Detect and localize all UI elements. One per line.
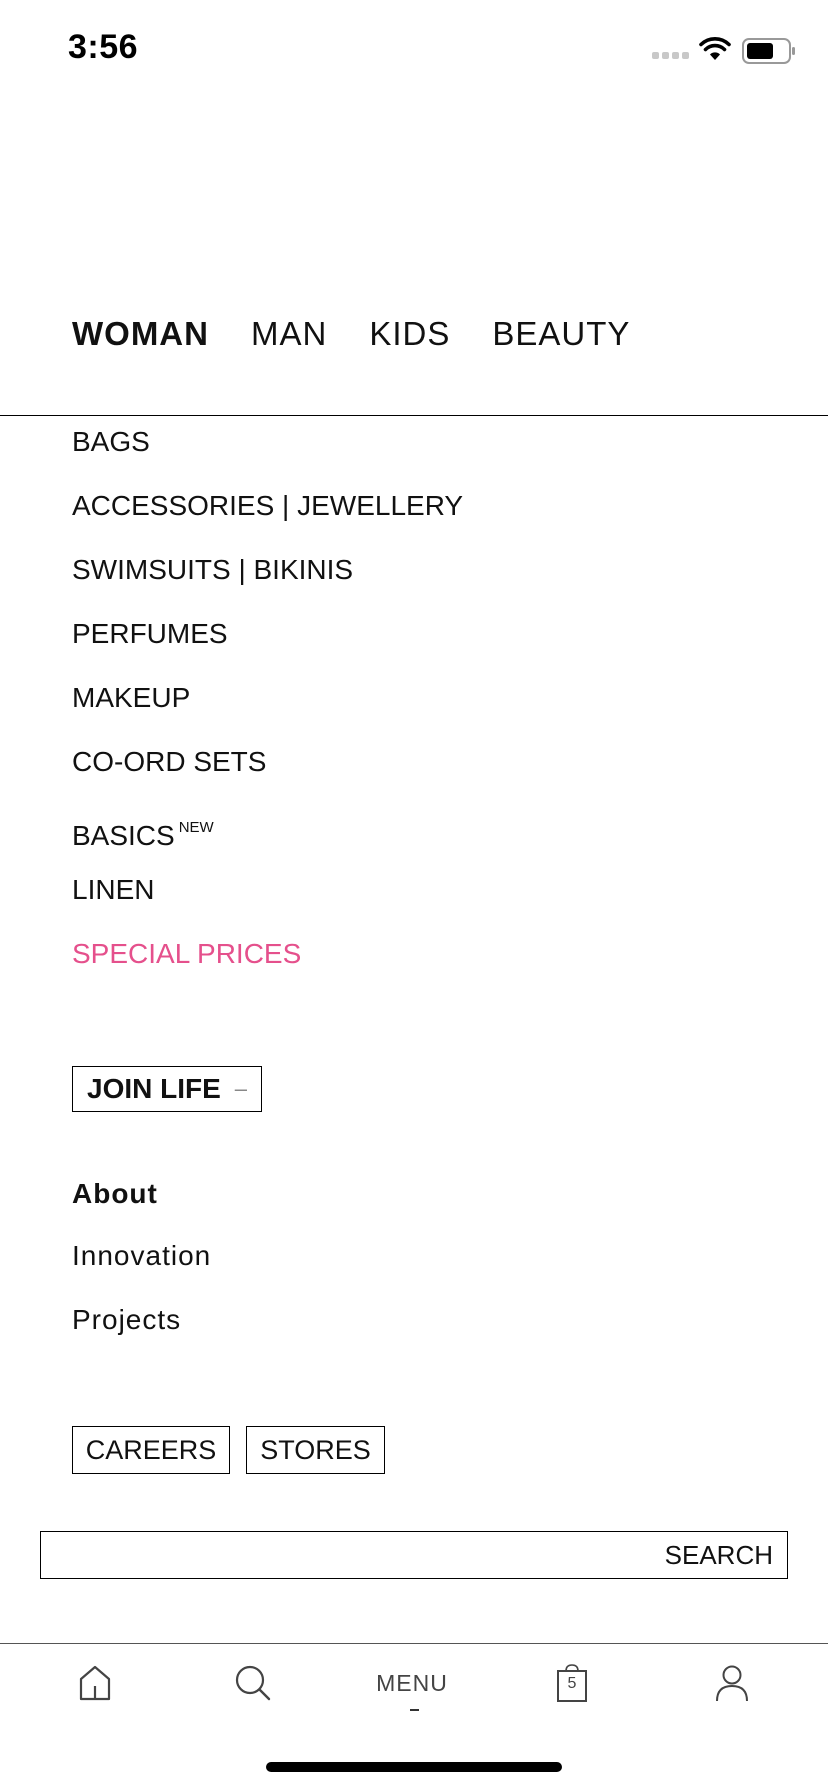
search-icon [235,1665,271,1701]
category-tab-woman[interactable]: WOMAN [72,315,209,353]
collapse-icon: – [234,1076,248,1101]
menu-item-co-ord-sets[interactable]: CO-ORD SETS [72,744,463,808]
wifi-icon [699,37,731,60]
active-tab-indicator [410,1709,419,1711]
about-link-innovation[interactable]: Innovation [72,1240,211,1304]
new-badge: NEW [178,819,214,836]
tab-bag[interactable]: 5 [552,1660,592,1706]
menu-item-basics[interactable]: BASICS NEW [72,808,463,872]
category-tab-beauty[interactable]: BEAUTY [492,315,630,353]
tab-home[interactable] [75,1660,115,1706]
status-bar: 3:56 [0,0,828,100]
menu-list: BAGS ACCESSORIES | JEWELLERY SWIMSUITS |… [72,424,463,1000]
menu-item-basics-label: BASICS [72,820,175,851]
status-time: 3:56 [68,28,139,66]
bag-count-badge: 5 [567,1675,577,1692]
menu-item-perfumes[interactable]: PERFUMES [72,616,463,680]
menu-item-makeup[interactable]: MAKEUP [72,680,463,744]
about-heading: About [72,1178,158,1209]
tab-menu[interactable]: MENU [372,1660,452,1706]
menu-item-swimsuits-bikinis[interactable]: SWIMSUITS | BIKINIS [72,552,463,616]
stores-button[interactable]: STORES [246,1426,385,1474]
cellular-signal-icon [652,52,689,59]
about-link-projects[interactable]: Projects [72,1304,211,1368]
join-life-label: JOIN LIFE [87,1073,221,1104]
about-links: Innovation Projects [72,1240,211,1368]
menu-item-linen[interactable]: LINEN [72,872,463,936]
tab-account[interactable] [712,1660,752,1706]
join-life-button[interactable]: JOIN LIFE – [72,1066,262,1112]
menu-item-accessories-jewellery[interactable]: ACCESSORIES | JEWELLERY [72,488,463,552]
menu-item-bags[interactable]: BAGS [72,424,463,488]
search-input[interactable]: SEARCH [40,1531,788,1579]
category-tabs: WOMAN MAN KIDS BEAUTY [72,315,630,353]
category-tab-man[interactable]: MAN [251,315,327,353]
careers-button[interactable]: CAREERS [72,1426,230,1474]
category-divider [0,415,828,416]
account-icon [716,1665,748,1702]
battery-icon [742,38,795,64]
menu-item-special-prices[interactable]: SPECIAL PRICES [72,936,463,1000]
category-tab-kids[interactable]: KIDS [369,315,450,353]
search-label: SEARCH [664,1539,773,1570]
home-indicator [266,1762,562,1772]
tabbar-divider [0,1643,828,1644]
tab-search[interactable] [233,1660,273,1706]
bag-icon-wrap: 5 [552,1663,592,1703]
home-icon [79,1665,111,1701]
